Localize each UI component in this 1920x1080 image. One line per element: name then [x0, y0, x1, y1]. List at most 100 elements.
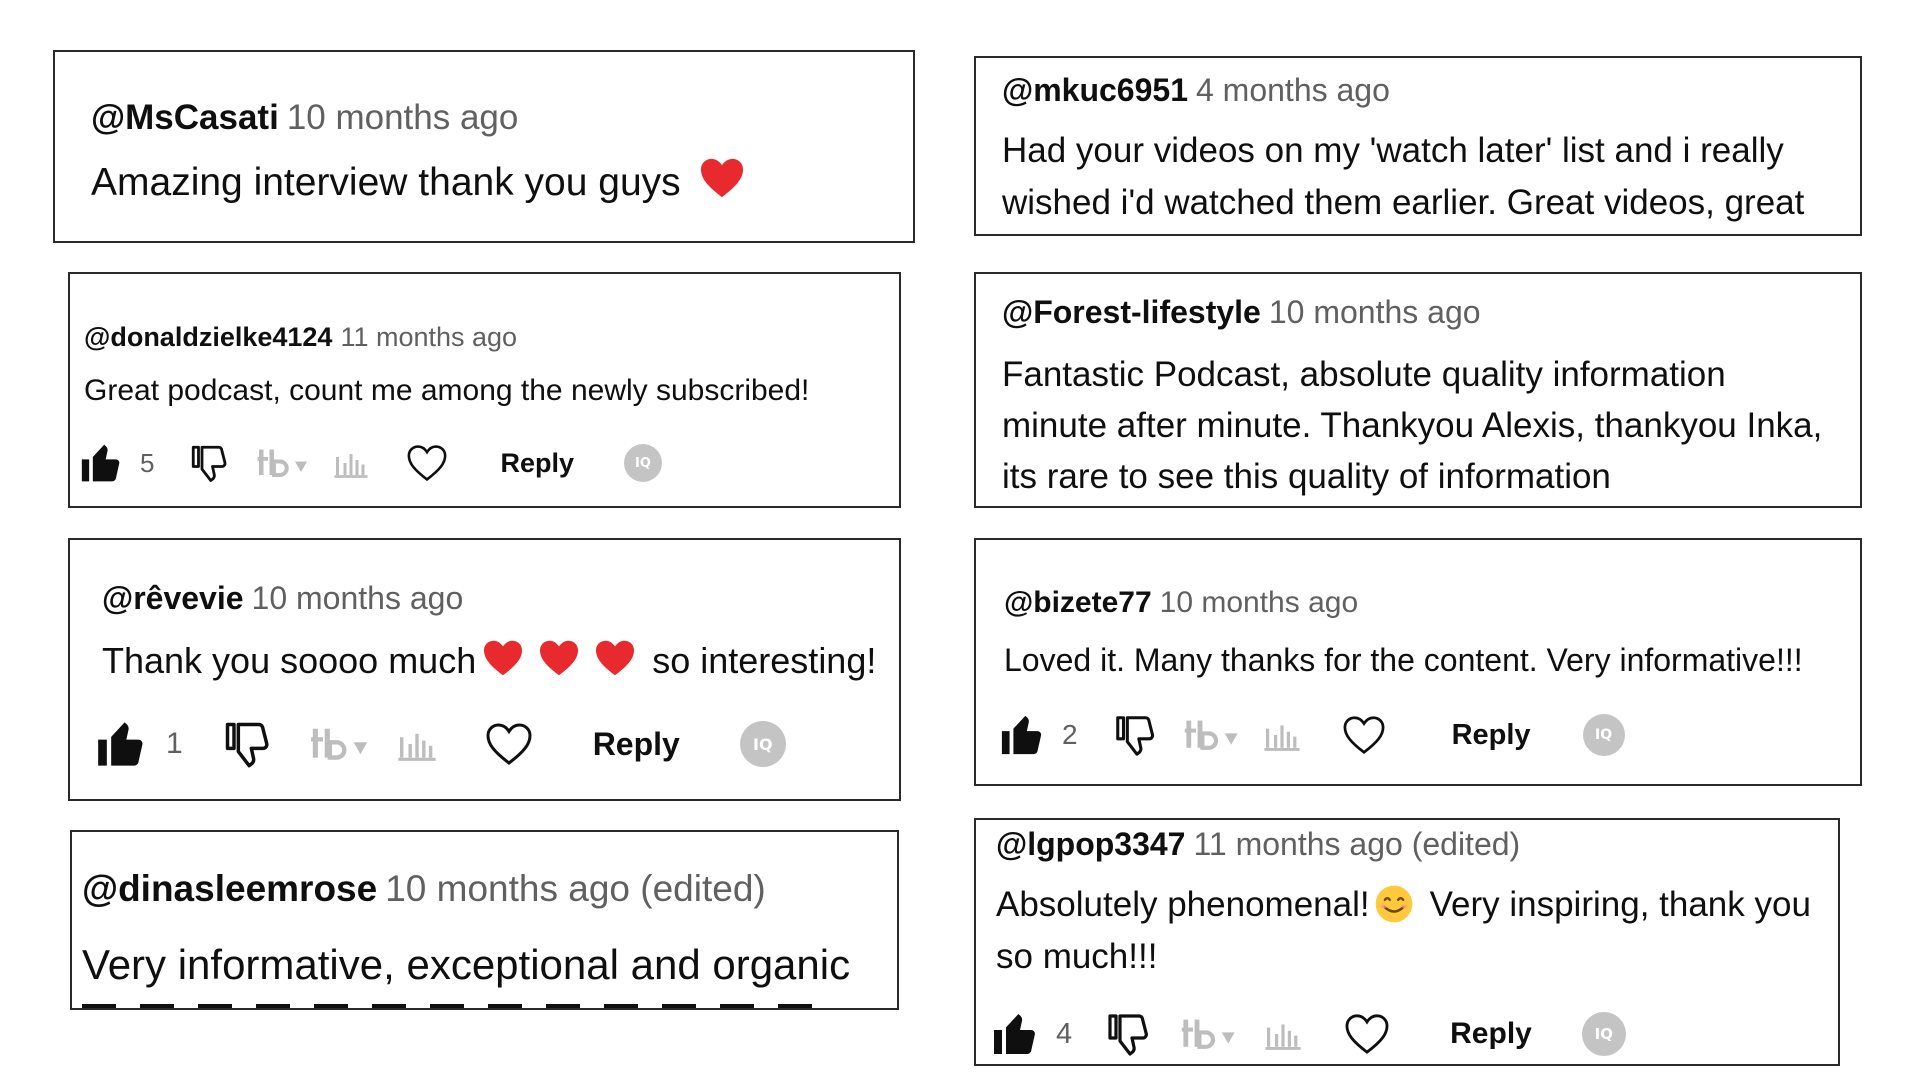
heart-button[interactable]	[1344, 1013, 1390, 1055]
iq-badge-icon[interactable]: IQ	[1581, 1012, 1626, 1056]
comment-card: @lgpop3347 11 months ago (edited) Absolut…	[974, 818, 1840, 1066]
tb-icon	[254, 448, 312, 478]
comment-actions: 1 Reply IQ	[96, 716, 786, 772]
comment-header: @MsCasati 10 months ago	[91, 98, 518, 138]
heart-outline-icon	[1344, 1013, 1390, 1055]
dislike-button[interactable]	[221, 718, 273, 770]
comment-card: @mkuc6951 4 months ago Had your videos on…	[974, 56, 1862, 236]
comment-header: @bizete77 10 months ago	[1004, 586, 1358, 620]
reply-button[interactable]: Reply	[593, 726, 680, 763]
heart-emoji-icon	[482, 639, 524, 677]
like-count: 4	[1056, 1017, 1073, 1050]
comment-author[interactable]: @donaldzielke4124	[84, 322, 332, 352]
comment-timestamp[interactable]: 11 months ago	[340, 322, 517, 352]
bar-chart-icon	[332, 448, 370, 478]
comment-author[interactable]: @rêvevie	[102, 580, 244, 616]
comment-timestamp[interactable]: 10 months ago	[252, 580, 464, 616]
dislike-button[interactable]	[188, 442, 230, 484]
reply-button[interactable]: Reply	[500, 448, 574, 479]
heart-emoji-icon	[538, 639, 580, 677]
comment-text-line: wished i'd watched them earlier. Great v…	[1002, 183, 1805, 222]
dislike-button[interactable]	[1104, 1010, 1152, 1058]
comment-text-line: Had your videos on my 'watch later' list…	[1002, 131, 1784, 170]
comment-timestamp[interactable]: 10 months ago	[1160, 586, 1358, 619]
comment-actions: 4 Reply IQ	[992, 1008, 1626, 1060]
heart-outline-icon	[1342, 715, 1386, 755]
comment-timestamp[interactable]: 4 months ago	[1196, 72, 1390, 108]
comment-card: @donaldzielke4124 11 months ago Great pod…	[68, 272, 901, 508]
comment-text: Amazing interview thank you guys	[91, 156, 749, 211]
comment-timestamp[interactable]: 10 months ago (edited)	[385, 868, 766, 909]
comment-text-line: Absolutely phenomenal! Very inspiring, th…	[996, 885, 1811, 924]
bar-chart-icon	[1262, 719, 1302, 751]
tb-dropdown-button[interactable]	[254, 448, 312, 478]
like-count: 2	[1062, 719, 1078, 750]
tb-icon	[1178, 1018, 1240, 1050]
thumb-down-icon	[1104, 1010, 1152, 1058]
comment-header: @lgpop3347 11 months ago (edited)	[996, 826, 1520, 863]
comment-header: @donaldzielke4124 11 months ago	[84, 322, 517, 353]
dislike-button[interactable]	[1112, 712, 1158, 758]
truncated-text-line	[82, 1004, 822, 1008]
comment-text-line: minute after minute. Thankyou Alexis, th…	[1002, 406, 1823, 445]
comment-author[interactable]: @MsCasati	[91, 98, 279, 137]
bar-chart-icon	[395, 727, 439, 761]
heart-emoji-icon	[594, 639, 636, 677]
thumb-up-icon	[992, 1010, 1040, 1058]
heart-button[interactable]	[485, 722, 533, 766]
comment-text-line: its rare to see this quality of informat…	[1002, 457, 1611, 496]
reply-button[interactable]: Reply	[1452, 719, 1531, 752]
comment-text: Loved it. Many thanks for the content. V…	[1004, 642, 1803, 678]
heart-button[interactable]	[1342, 715, 1386, 755]
thumb-down-icon	[1112, 712, 1158, 758]
comment-timestamp[interactable]: 11 months ago (edited)	[1193, 826, 1520, 862]
tb-icon	[307, 727, 373, 761]
comment-timestamp[interactable]: 10 months ago	[1269, 294, 1481, 330]
comment-author[interactable]: @Forest-lifestyle	[1002, 294, 1261, 330]
comment-text: Very informative, exceptional and organi…	[82, 941, 851, 988]
thumb-up-icon	[1000, 712, 1046, 758]
iq-badge-icon[interactable]: IQ	[624, 444, 662, 482]
comment-header: @dinasleemrose 10 months ago (edited)	[82, 868, 766, 910]
heart-emoji-icon	[699, 157, 745, 199]
like-button[interactable]	[992, 1010, 1040, 1058]
comment-card: @bizete77 10 months ago Loved it. Many th…	[974, 538, 1862, 786]
stats-button[interactable]	[332, 448, 370, 478]
iq-badge-icon[interactable]: IQ	[1582, 714, 1625, 756]
comment-author[interactable]: @lgpop3347	[996, 826, 1185, 862]
comment-author[interactable]: @bizete77	[1004, 586, 1152, 619]
comment-card: @Forest-lifestyle 10 months ago Fantastic…	[974, 272, 1862, 508]
comment-actions: 5 Reply IQ	[80, 440, 662, 486]
comment-author[interactable]: @mkuc6951	[1002, 72, 1188, 108]
stats-button[interactable]	[1262, 719, 1302, 751]
stats-button[interactable]	[1262, 1018, 1304, 1050]
comment-text-line: so much!!!	[996, 937, 1158, 976]
comment-timestamp[interactable]: 10 months ago	[287, 98, 519, 137]
comment-card: @rêvevie 10 months ago Thank you soooo mu…	[68, 538, 901, 801]
comment-header: @Forest-lifestyle 10 months ago	[1002, 294, 1481, 331]
comment-actions: 2 Reply IQ	[1000, 710, 1625, 760]
iq-badge-icon[interactable]: IQ	[739, 721, 786, 767]
stats-button[interactable]	[395, 727, 439, 761]
comment-author[interactable]: @dinasleemrose	[82, 868, 377, 909]
tb-dropdown-button[interactable]	[307, 727, 373, 761]
like-button[interactable]	[1000, 712, 1046, 758]
like-count: 1	[166, 727, 183, 760]
comment-text: Thank you soooo much so interesting!	[102, 639, 877, 681]
reply-button[interactable]: Reply	[1450, 1017, 1532, 1051]
thumb-down-icon	[188, 442, 230, 484]
heart-outline-icon	[485, 722, 533, 766]
like-button[interactable]	[80, 441, 124, 485]
tb-icon	[1182, 719, 1242, 751]
heart-outline-icon	[406, 444, 448, 482]
like-button[interactable]	[96, 718, 148, 770]
heart-button[interactable]	[406, 444, 448, 482]
thumb-up-icon	[96, 718, 148, 770]
comment-text-line: Fantastic Podcast, absolute quality info…	[1002, 355, 1726, 394]
like-count: 5	[140, 447, 155, 478]
tb-dropdown-button[interactable]	[1178, 1018, 1240, 1050]
comment-header: @rêvevie 10 months ago	[102, 580, 463, 617]
comment-card: @dinasleemrose 10 months ago (edited) Ver…	[70, 830, 899, 1010]
tb-dropdown-button[interactable]	[1182, 719, 1242, 751]
comment-header: @mkuc6951 4 months ago	[1002, 72, 1390, 109]
